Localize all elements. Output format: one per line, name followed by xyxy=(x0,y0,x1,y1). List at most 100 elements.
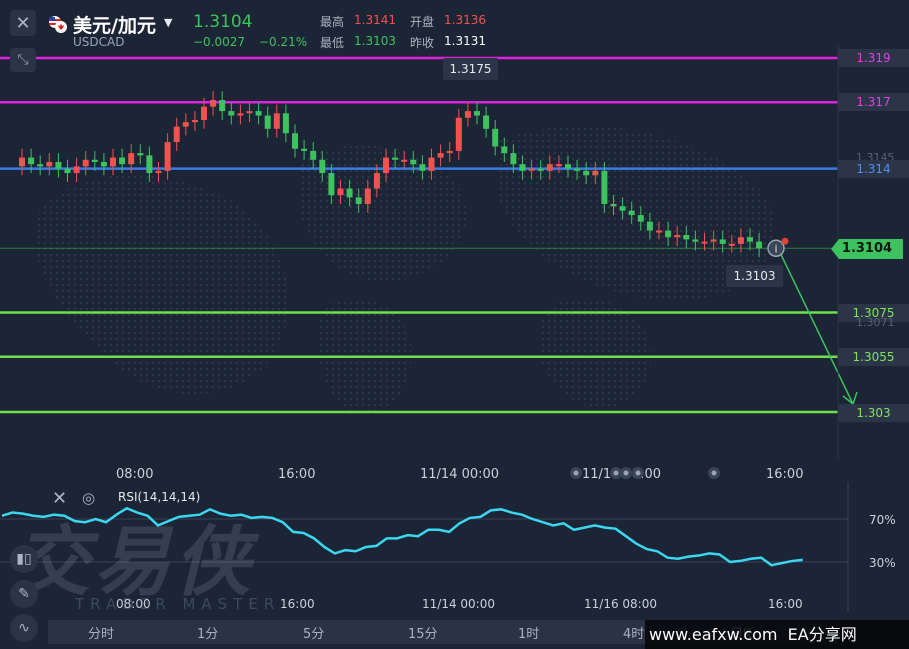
open-value: 1.3136 xyxy=(444,13,486,27)
rsi-x-label: 16:00 xyxy=(768,597,803,611)
timeframe-1h[interactable]: 1时 xyxy=(518,623,539,642)
info-icon: i xyxy=(774,242,777,255)
candle-body xyxy=(328,173,335,196)
candle-body xyxy=(574,168,581,171)
candle-body xyxy=(373,173,380,189)
x-axis-label: 11/14 00:00 xyxy=(420,467,500,482)
candle-body xyxy=(628,210,635,216)
candle-body xyxy=(128,153,135,165)
candle-body xyxy=(91,159,98,162)
candle-body xyxy=(282,113,289,134)
timeframe-15m[interactable]: 15分 xyxy=(408,623,438,642)
candle-body xyxy=(292,133,298,149)
candle-body xyxy=(73,166,80,174)
x-axis-label: 16:00 xyxy=(766,467,804,482)
candle-body xyxy=(37,164,44,167)
candle-body xyxy=(610,204,617,207)
candle-body xyxy=(310,150,317,160)
pen-icon[interactable]: ✎ xyxy=(10,580,38,608)
low-label: 最低 xyxy=(320,36,345,50)
candle-body xyxy=(710,239,717,242)
timeframe-tick[interactable]: 分时 xyxy=(88,623,114,642)
candle-body xyxy=(419,164,426,171)
candle-body xyxy=(601,170,608,205)
event-markers xyxy=(570,467,720,479)
watermark-text: TRADER MASTER xyxy=(75,595,281,613)
projection-arrow xyxy=(777,247,854,405)
us-ca-flag-icon xyxy=(49,16,67,33)
timeframe-1m[interactable]: 1分 xyxy=(197,623,218,642)
candle-body xyxy=(210,100,217,107)
rsi-level-low: 30% xyxy=(869,556,896,570)
x-axis-label: 16:00 xyxy=(278,467,316,482)
expand-icon[interactable]: ⤡ xyxy=(10,48,36,72)
candle-body xyxy=(455,117,462,151)
candle-body xyxy=(355,197,362,205)
candle-body xyxy=(501,146,508,154)
candle-body xyxy=(182,122,189,127)
symbol-name[interactable]: 美元/加元 xyxy=(73,11,156,38)
candle-body xyxy=(646,221,653,231)
close-icon[interactable]: ✕ xyxy=(10,10,36,36)
candle-body xyxy=(191,119,198,123)
candle-body xyxy=(401,159,408,162)
candle-body xyxy=(583,170,590,176)
chart-window: i ✕ ⤡ 美元/加元 ▼ USDCAD 1.3104 −0.0027 −0.2… xyxy=(0,0,909,649)
candle-body xyxy=(346,188,353,198)
price-change-percent: −0.21% xyxy=(259,35,308,49)
low-marker-callout: 1.3103 xyxy=(726,265,783,287)
candle-body xyxy=(747,237,753,242)
candle-body xyxy=(464,111,471,118)
candle-body xyxy=(228,111,235,116)
candle-body xyxy=(301,148,308,151)
candle-body xyxy=(137,153,144,156)
candle-body xyxy=(565,164,571,169)
candle-body xyxy=(619,206,626,211)
prev-close-label: 昨收 xyxy=(410,36,435,50)
rsi-x-label: 11/14 00:00 xyxy=(422,597,495,611)
scale-label-13071: 1.3071 xyxy=(856,316,895,329)
candle-body xyxy=(528,168,535,171)
timeframe-4h[interactable]: 4时 xyxy=(623,623,644,642)
candle-body xyxy=(537,168,544,171)
candle-body xyxy=(519,164,526,171)
candle-body xyxy=(546,164,553,171)
candle-body xyxy=(692,239,699,242)
candle-body xyxy=(55,161,62,169)
candle-body xyxy=(510,153,517,165)
candle-body xyxy=(674,235,681,238)
alert-dot xyxy=(781,237,789,245)
chevron-down-icon[interactable]: ▼ xyxy=(164,16,172,29)
candle-body xyxy=(656,230,662,233)
candle-body xyxy=(728,243,735,246)
candle-body xyxy=(146,155,153,174)
candle-body xyxy=(19,157,25,167)
candle-body xyxy=(492,128,499,147)
candle-body xyxy=(110,157,116,167)
low-value: 1.3103 xyxy=(354,34,396,48)
candlestick-icon[interactable]: ▮▯ xyxy=(10,545,38,573)
high-value: 1.3141 xyxy=(354,13,396,27)
candle-body xyxy=(637,215,644,222)
candle-body xyxy=(756,241,763,249)
candle-body xyxy=(392,157,399,160)
candle-body xyxy=(319,159,326,174)
candle-body xyxy=(665,230,672,238)
level-tag-13055: 1.3055 xyxy=(838,348,909,366)
candle-body xyxy=(64,168,71,174)
candle-body xyxy=(737,237,744,244)
level-tag-1319: 1.319 xyxy=(838,49,909,67)
indicator-icon[interactable]: ∿ xyxy=(10,614,38,642)
watermark-logo: 交易侠 xyxy=(14,517,254,606)
candle-body xyxy=(446,150,453,154)
candle-body xyxy=(273,113,280,129)
candle-body xyxy=(683,235,690,240)
candle-body xyxy=(119,157,126,165)
candle-body xyxy=(173,126,180,143)
site-footer: www.eafxw.com EA分享网 xyxy=(645,620,909,649)
candle-body xyxy=(592,170,599,176)
candle-body xyxy=(264,115,271,129)
timeframe-5m[interactable]: 5分 xyxy=(303,623,324,642)
candle-body xyxy=(28,157,35,165)
candle-body xyxy=(201,106,207,120)
